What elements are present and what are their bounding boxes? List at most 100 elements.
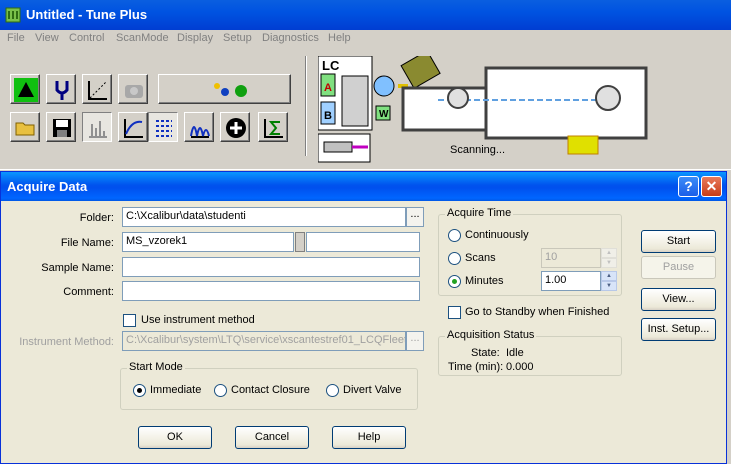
start-button[interactable]: Start: [641, 230, 716, 253]
plus-circle-icon: [226, 118, 246, 138]
camera-icon: [125, 85, 143, 98]
menu-control[interactable]: Control: [69, 32, 104, 44]
immediate-radio[interactable]: [133, 384, 146, 397]
ok-button[interactable]: OK: [138, 426, 212, 449]
folder-label: Folder:: [79, 212, 114, 224]
lc-label: LC: [322, 58, 340, 73]
contact-closure-label: Contact Closure: [231, 384, 310, 396]
on-standby-button[interactable]: [10, 74, 40, 104]
scans-radio[interactable]: [448, 252, 461, 265]
status-list-icon: [156, 120, 172, 137]
help-button[interactable]: Help: [332, 426, 406, 449]
standby-label: Go to Standby when Finished: [465, 306, 610, 318]
instrument-method-field: C:\Xcalibur\system\LTQ\service\xscantest…: [122, 331, 406, 351]
tune-button[interactable]: [46, 74, 76, 104]
toolbar-area: LC A B W Scanning...: [0, 48, 731, 170]
time-value: 0.000: [506, 361, 534, 373]
folder-browse-button[interactable]: ...: [406, 207, 424, 227]
pause-button: Pause: [641, 256, 716, 279]
graph-icon: [124, 119, 143, 138]
sigma-chart-icon: [264, 119, 283, 138]
minutes-up-icon[interactable]: ▲: [601, 271, 617, 281]
acquire-data-dialog: Acquire Data ? ✕ Folder: C:\Xcalibur\dat…: [0, 171, 727, 464]
use-instrument-method-checkbox[interactable]: [123, 314, 136, 327]
spectrum-view-button[interactable]: [82, 112, 112, 142]
sequence-button[interactable]: [158, 74, 291, 104]
minutes-spinner[interactable]: ▲ ▼: [601, 271, 617, 291]
start-mode-title: Start Mode: [127, 361, 185, 373]
file-name-field[interactable]: MS_vzorek1: [122, 232, 294, 252]
help-caption-button[interactable]: ?: [678, 176, 699, 197]
chromatogram-button[interactable]: [184, 112, 214, 142]
standby-checkbox[interactable]: [448, 306, 461, 319]
save-button[interactable]: [46, 112, 76, 142]
acquisition-status-title: Acquisition Status: [445, 329, 537, 341]
sum-button[interactable]: [258, 112, 288, 142]
file-name-splitter[interactable]: [295, 232, 305, 252]
tuning-fork-icon: [55, 81, 69, 100]
pump-b-label: B: [324, 110, 332, 122]
divert-valve-label: Divert Valve: [343, 384, 402, 396]
status-view-button[interactable]: [148, 112, 178, 142]
file-name-field-right[interactable]: [306, 232, 420, 252]
scans-field: 10: [541, 248, 601, 268]
comment-label: Comment:: [63, 286, 114, 298]
floppy-disk-icon: [53, 119, 71, 137]
scans-up-icon: ▲: [601, 248, 617, 258]
main-window-title: Untitled - Tune Plus: [26, 7, 148, 22]
open-button[interactable]: [10, 112, 40, 142]
chromatogram-icon: [190, 126, 210, 138]
spectrum-icon: [89, 121, 107, 138]
dialog-title: Acquire Data: [7, 179, 88, 194]
folder-field[interactable]: C:\Xcalibur\data\studenti: [122, 207, 406, 227]
scans-label: Scans: [465, 252, 496, 264]
sample-name-field[interactable]: [122, 257, 420, 277]
scan-status: Scanning...: [450, 144, 506, 156]
close-caption-button[interactable]: ✕: [701, 176, 722, 197]
add-button[interactable]: [220, 112, 250, 142]
contact-closure-radio[interactable]: [214, 384, 227, 397]
calibrate-button[interactable]: [82, 74, 112, 104]
inst-setup-button[interactable]: Inst. Setup...: [641, 318, 716, 341]
menu-scanmode[interactable]: ScanMode: [116, 32, 169, 44]
sample-name-label: Sample Name:: [41, 262, 114, 274]
state-value: Idle: [506, 347, 524, 359]
waste-label: W: [379, 109, 389, 120]
tune-plus-app-icon: [5, 7, 21, 23]
graph-view-button[interactable]: [118, 112, 148, 142]
scans-down-icon: ▼: [601, 258, 617, 268]
continuously-label: Continuously: [465, 229, 529, 241]
minutes-down-icon[interactable]: ▼: [601, 281, 617, 291]
toolbar-separator: [305, 56, 307, 156]
state-label: State:: [471, 347, 500, 359]
acquire-time-title: Acquire Time: [445, 207, 514, 219]
minutes-label: Minutes: [465, 275, 504, 287]
file-name-label: File Name:: [60, 237, 114, 249]
divert-valve-radio[interactable]: [326, 384, 339, 397]
instrument-method-browse-button: ...: [406, 331, 424, 351]
minutes-field[interactable]: 1.00: [541, 271, 601, 291]
use-instrument-method-label: Use instrument method: [141, 314, 255, 326]
menubar: File View Control ScanMode Display Setup…: [0, 30, 731, 48]
minutes-radio[interactable]: [448, 275, 461, 288]
dialog-titlebar[interactable]: Acquire Data ? ✕: [1, 172, 726, 201]
calibration-chart-icon: [88, 81, 107, 100]
comment-field[interactable]: [122, 281, 420, 301]
pump-a-label: A: [324, 82, 332, 94]
view-button[interactable]: View...: [641, 288, 716, 311]
menu-display[interactable]: Display: [177, 32, 213, 44]
camera-button[interactable]: [118, 74, 148, 104]
menu-setup[interactable]: Setup: [223, 32, 252, 44]
immediate-label: Immediate: [150, 384, 202, 396]
menu-diagnostics[interactable]: Diagnostics: [262, 32, 319, 44]
menu-help[interactable]: Help: [328, 32, 351, 44]
cancel-button[interactable]: Cancel: [235, 426, 309, 449]
continuously-radio[interactable]: [448, 229, 461, 242]
menu-file[interactable]: File: [7, 32, 25, 44]
menu-view[interactable]: View: [35, 32, 59, 44]
scans-spinner: ▲ ▼: [601, 248, 617, 268]
time-label: Time (min):: [448, 361, 504, 373]
instrument-method-label: Instrument Method:: [19, 336, 114, 348]
green-triangle-icon: [14, 78, 38, 102]
open-folder-icon: [15, 122, 35, 136]
